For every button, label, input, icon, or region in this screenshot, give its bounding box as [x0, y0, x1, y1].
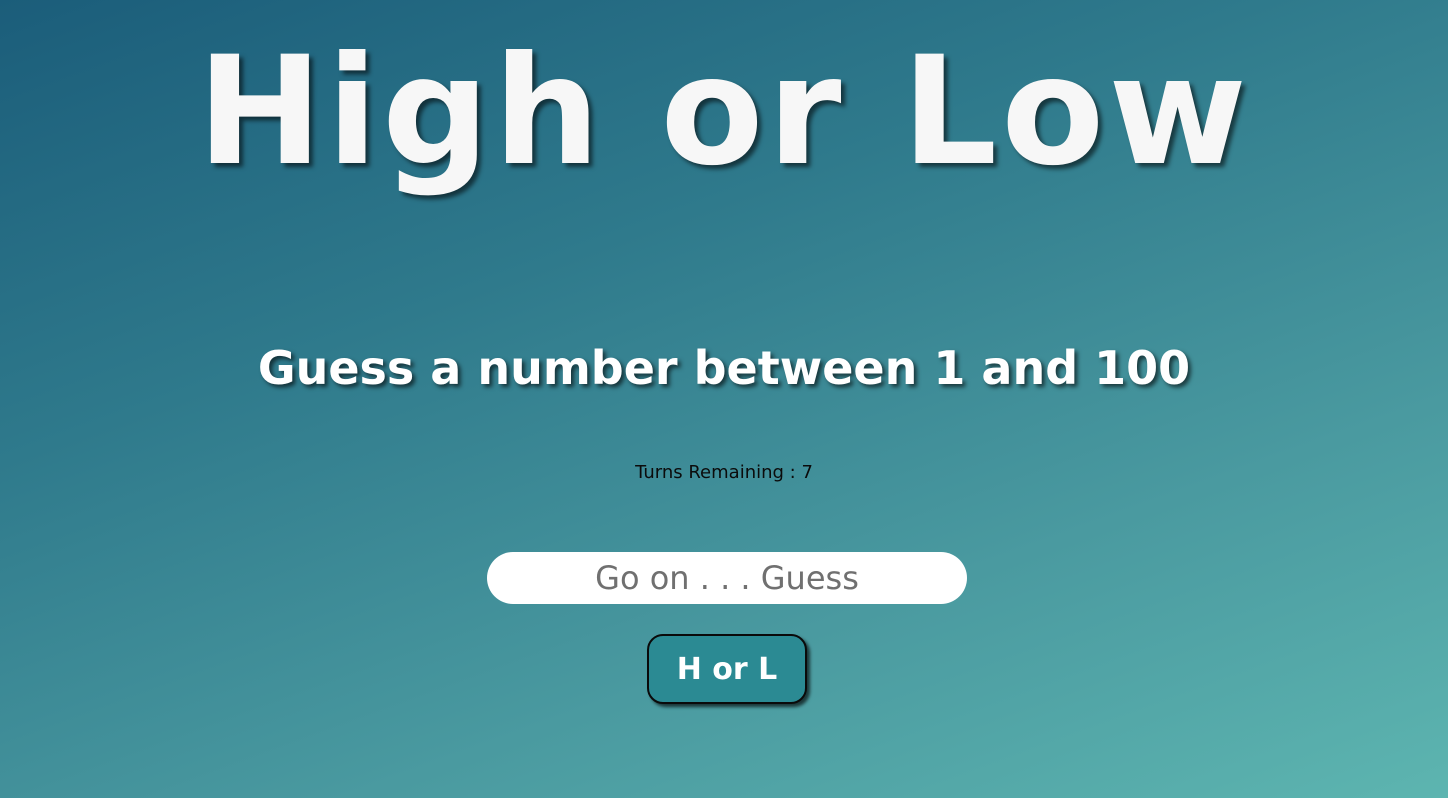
turns-remaining: Turns Remaining : 7	[635, 462, 813, 483]
instruction-text: Guess a number between 1 and 100	[257, 341, 1191, 395]
submit-guess-button[interactable]: H or L	[647, 634, 807, 704]
page-title: High or Low	[197, 25, 1251, 199]
guess-input[interactable]	[487, 552, 967, 604]
